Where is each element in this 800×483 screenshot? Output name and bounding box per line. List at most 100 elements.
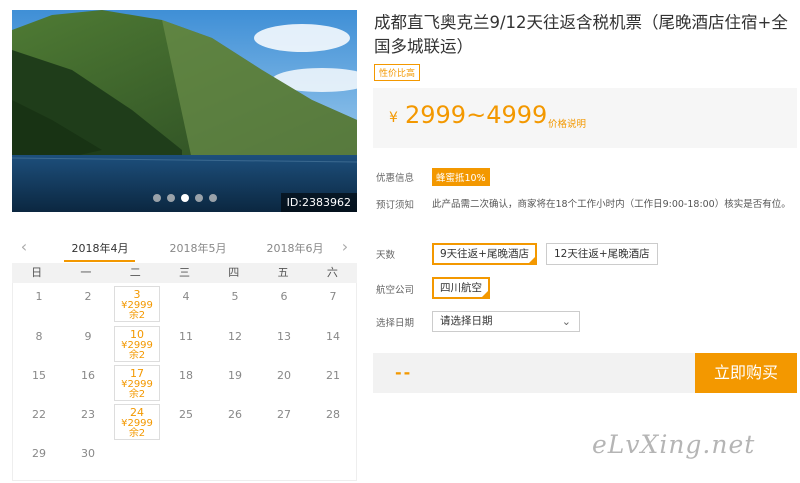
chevron-right-icon[interactable]: › [337, 238, 353, 256]
day-number: 22 [32, 408, 46, 421]
calendar-day: 22 [16, 404, 62, 440]
day-number: 26 [228, 408, 242, 421]
day-number: 6 [280, 290, 288, 303]
currency-symbol: ¥ [389, 110, 398, 126]
calendar-grid: 1 2 3 ¥2999 余2 4 5 6 7 8 9 10 ¥2999 余2 11 12 13 14 15 16 17 ¥… [12, 283, 357, 481]
weekday-sat: 六 [326, 266, 338, 279]
calendar-day: 29 [16, 443, 62, 479]
day-number: 30 [81, 447, 95, 460]
buy-now-button[interactable]: 立即购买 [695, 353, 797, 393]
price-box: ¥ 2999~4999 价格说明 [373, 88, 797, 148]
day-number: 10 [130, 328, 144, 341]
calendar-day: 20 [261, 365, 307, 401]
day-number: 14 [326, 330, 340, 343]
day-number: 18 [179, 369, 193, 382]
calendar-day: 15 [16, 365, 62, 401]
calendar-day: 21 [310, 365, 356, 401]
calendar-day: 23 [65, 404, 111, 440]
carousel-dot[interactable] [166, 194, 175, 202]
calendar-day-available[interactable]: 10 ¥2999 余2 [114, 326, 160, 362]
option-airline-sichuan[interactable]: 四川航空 [432, 277, 490, 299]
day-remaining: 余2 [128, 428, 146, 439]
notice-text: 此产品需二次确认，商家将在18个工作小时内（工作日9:00-18:00）核实是否… [432, 199, 791, 210]
calendar-day-available[interactable]: 3 ¥2999 余2 [114, 286, 160, 322]
day-number: 24 [130, 406, 144, 419]
calendar-weekday-header: 日 一 二 三 四 五 六 [12, 263, 357, 283]
promo-badge: 蜂蜜抵10% [432, 168, 490, 186]
date-select[interactable]: 请选择日期 ⌄ [432, 311, 580, 332]
option-days-12[interactable]: 12天往返+尾晚酒店 [546, 243, 658, 265]
calendar-day-available[interactable]: 24 ¥2999 余2 [114, 404, 160, 440]
product-photo[interactable]: ID:2383962 [12, 10, 357, 212]
date-label: 选择日期 [376, 318, 415, 329]
carousel-dot[interactable] [152, 194, 161, 202]
calendar-day: 25 [163, 404, 209, 440]
total-price: -- [395, 363, 413, 382]
day-number: 27 [277, 408, 291, 421]
calendar-day: 11 [163, 326, 209, 362]
day-number: 11 [179, 330, 193, 343]
calendar-day: 6 [261, 286, 307, 322]
day-number: 3 [133, 288, 141, 301]
chevron-left-icon[interactable]: ‹ [16, 238, 32, 256]
notice-label: 预订须知 [376, 200, 415, 211]
calendar-day: 12 [212, 326, 258, 362]
date-select-value: 请选择日期 [440, 315, 493, 327]
photo-id-label: ID:2383962 [280, 193, 357, 212]
day-number: 5 [231, 290, 239, 303]
option-days-9[interactable]: 9天往返+尾晚酒店 [432, 243, 537, 265]
day-number: 21 [326, 369, 340, 382]
calendar-day: 1 [16, 286, 62, 322]
calendar-day: 9 [65, 326, 111, 362]
weekday-sun: 日 [31, 266, 43, 279]
calendar-day: 5 [212, 286, 258, 322]
day-number: 2 [84, 290, 92, 303]
weekday-fri: 五 [277, 266, 289, 279]
weekday-thu: 四 [228, 266, 240, 279]
day-number: 15 [32, 369, 46, 382]
days-label: 天数 [376, 250, 396, 261]
landscape-image [12, 10, 357, 212]
tab-month-april[interactable]: 2018年4月 [64, 240, 136, 256]
calendar-day: 27 [261, 404, 307, 440]
day-remaining: 余2 [128, 389, 146, 400]
calendar-day: 2 [65, 286, 111, 322]
day-number: 23 [81, 408, 95, 421]
day-number: 9 [84, 330, 92, 343]
calendar-day: 19 [212, 365, 258, 401]
tab-month-may[interactable]: 2018年5月 [162, 240, 234, 256]
calendar-day: 14 [310, 326, 356, 362]
day-number: 19 [228, 369, 242, 382]
calendar-day: 7 [310, 286, 356, 322]
weekday-wed: 三 [178, 266, 190, 279]
day-number: 7 [329, 290, 337, 303]
tab-month-june[interactable]: 2018年6月 [259, 240, 331, 256]
carousel-dot[interactable] [180, 194, 189, 202]
price-range: 2999~4999 [405, 101, 548, 129]
calendar-day: 26 [212, 404, 258, 440]
airline-label: 航空公司 [376, 285, 415, 296]
calendar-day: 13 [261, 326, 307, 362]
watermark: eLvXing.net [592, 430, 756, 459]
day-number: 13 [277, 330, 291, 343]
day-number: 29 [32, 447, 46, 460]
day-number: 8 [35, 330, 43, 343]
calendar-day: 28 [310, 404, 356, 440]
carousel-dot[interactable] [194, 194, 203, 202]
day-number: 16 [81, 369, 95, 382]
calendar-day: 18 [163, 365, 209, 401]
active-month-indicator [64, 260, 135, 262]
carousel-dot[interactable] [208, 194, 217, 202]
price-note-link[interactable]: 价格说明 [548, 116, 586, 130]
calendar-day: 8 [16, 326, 62, 362]
calendar-day-available[interactable]: 17 ¥2999 余2 [114, 365, 160, 401]
weekday-mon: 一 [80, 266, 92, 279]
weekday-tue: 二 [129, 266, 141, 279]
day-remaining: 余2 [128, 350, 146, 361]
day-number: 1 [35, 290, 43, 303]
calendar-day: 30 [65, 443, 111, 479]
calendar-day: 4 [163, 286, 209, 322]
calendar-nav: ‹ 2018年4月 2018年5月 2018年6月 › [12, 236, 357, 262]
day-number: 25 [179, 408, 193, 421]
promo-label: 优惠信息 [376, 173, 415, 184]
